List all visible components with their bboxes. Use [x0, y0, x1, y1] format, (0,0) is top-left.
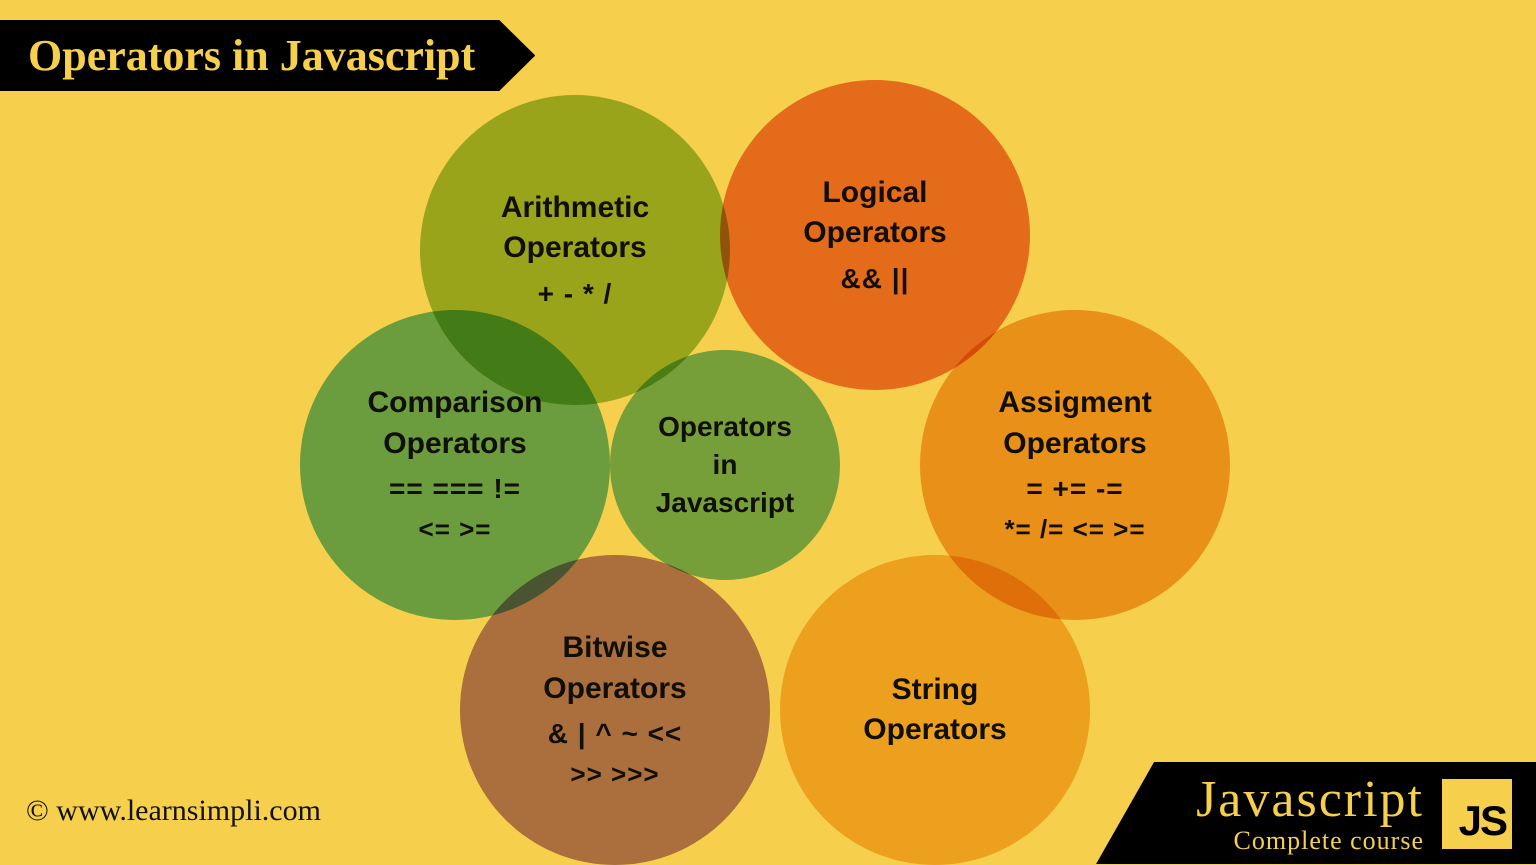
page-title-banner: Operators in Javascript	[0, 20, 535, 91]
page-title: Operators in Javascript	[28, 31, 475, 80]
assignment-ops-2: *= /= <= >=	[1004, 512, 1145, 547]
assignment-title-1: Assigment	[998, 383, 1151, 424]
footer-tagline: Complete course	[1234, 828, 1424, 854]
string-title-1: String	[892, 670, 979, 711]
arithmetic-title-1: Arithmetic	[501, 188, 649, 229]
center-line-1: Operators	[658, 408, 792, 446]
bitwise-title-2: Operators	[543, 669, 686, 710]
assignment-title-2: Operators	[1003, 424, 1146, 465]
bitwise-title-1: Bitwise	[562, 628, 667, 669]
bitwise-ops: & | ^ ~ <<	[548, 715, 683, 753]
footer-brand: Javascript	[1196, 774, 1424, 826]
center-line-2: in	[713, 446, 738, 484]
comparison-title-2: Operators	[383, 424, 526, 465]
logical-ops: && ||	[841, 260, 910, 298]
comparison-title-1: Comparison	[367, 383, 542, 424]
bitwise-ops-2: >> >>>	[570, 757, 659, 792]
circle-comparison: Comparison Operators == === != <= >=	[300, 310, 610, 620]
string-title-2: Operators	[863, 710, 1006, 751]
footer-text: Javascript Complete course	[1196, 774, 1424, 854]
js-logo-icon: JS	[1442, 779, 1512, 849]
center-line-3: Javascript	[656, 484, 795, 522]
logical-title-1: Logical	[822, 173, 927, 214]
copyright-text: © www.learnsimpli.com	[26, 794, 321, 828]
comparison-ops: == === !=	[389, 470, 521, 508]
comparison-ops-2: <= >=	[419, 512, 492, 547]
logical-title-2: Operators	[803, 213, 946, 254]
circle-string: String Operators	[780, 555, 1090, 865]
js-logo-text: JS	[1459, 797, 1506, 845]
arithmetic-ops: + - * /	[538, 275, 613, 313]
circle-center: Operators in Javascript	[610, 350, 840, 580]
footer-badge: Javascript Complete course JS	[1096, 762, 1536, 864]
arithmetic-title-2: Operators	[503, 228, 646, 269]
assignment-ops: = += -=	[1026, 470, 1123, 508]
